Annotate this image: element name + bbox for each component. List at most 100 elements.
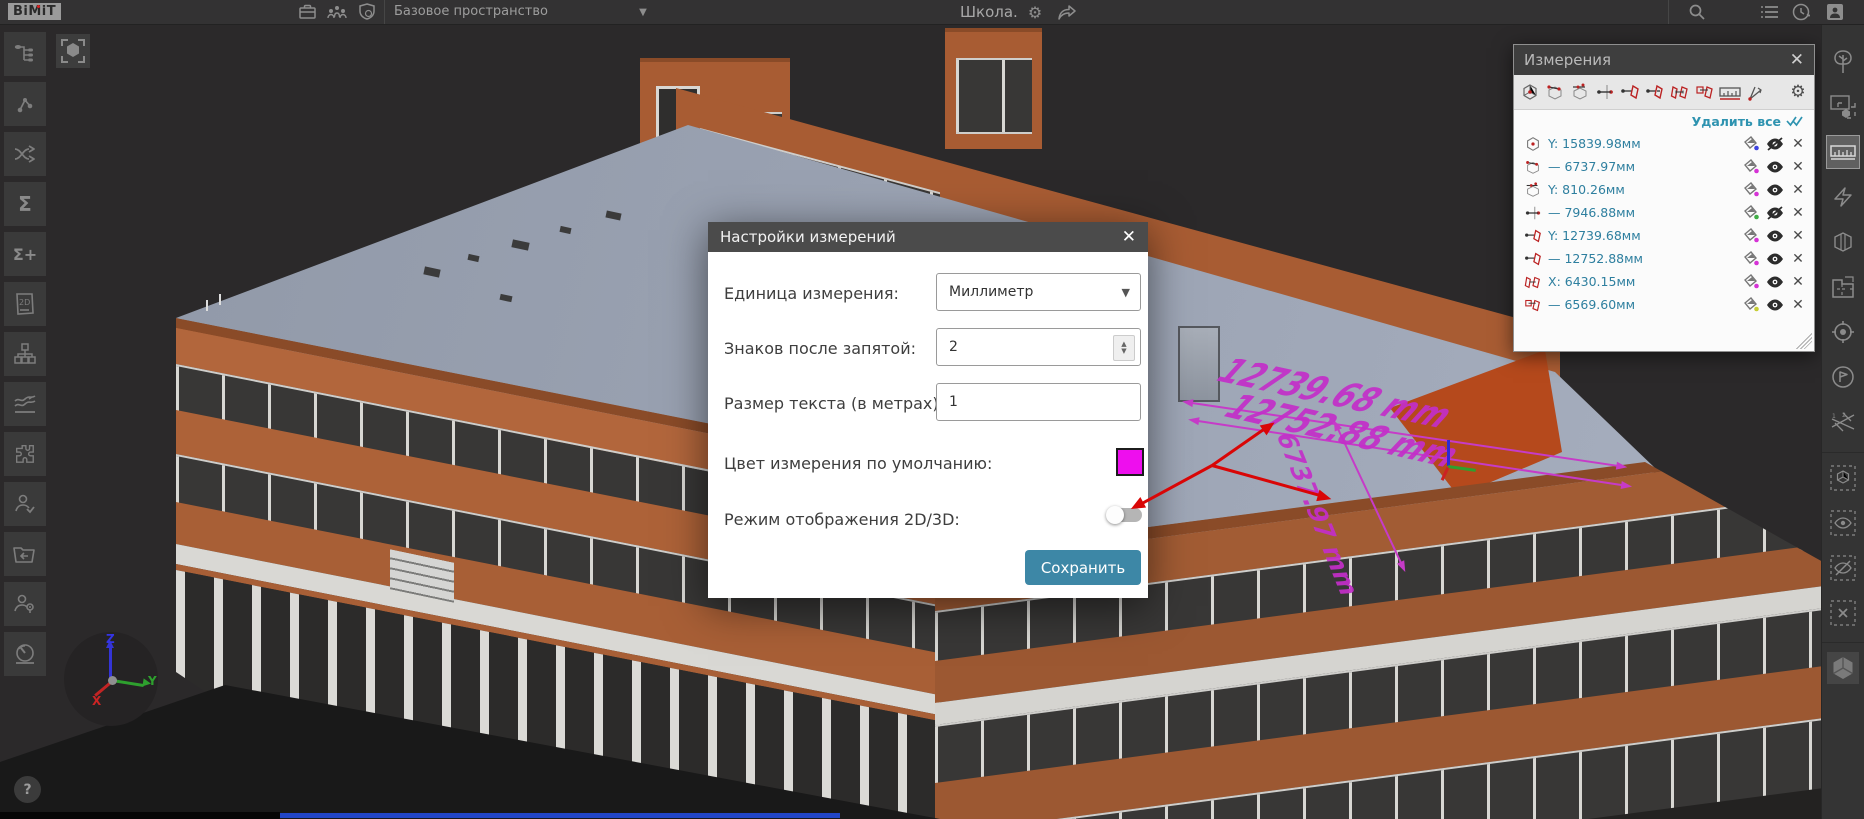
tool-folder-export[interactable] bbox=[4, 532, 46, 576]
tool-selection-box-show[interactable] bbox=[1827, 507, 1859, 539]
measure-point-plane-icon[interactable] bbox=[1618, 79, 1642, 105]
delete-row-icon[interactable]: ✕ bbox=[1790, 205, 1806, 221]
measurement-value[interactable]: X: 6430.15мм bbox=[1548, 274, 1736, 289]
color-fill-icon[interactable] bbox=[1742, 159, 1760, 174]
delete-row-icon[interactable]: ✕ bbox=[1790, 159, 1806, 175]
shield-icon[interactable] bbox=[356, 2, 378, 22]
measure-axis-distance-icon[interactable] bbox=[1593, 79, 1617, 105]
tool-doc-2d[interactable]: 2D bbox=[4, 282, 46, 326]
eye-icon[interactable] bbox=[1766, 184, 1784, 196]
color-fill-icon[interactable] bbox=[1742, 228, 1760, 243]
tool-selection-box-clear[interactable] bbox=[1827, 597, 1859, 629]
color-fill-icon[interactable] bbox=[1742, 205, 1760, 220]
tool-model-tree[interactable] bbox=[4, 32, 46, 76]
tool-org-chart[interactable] bbox=[4, 332, 46, 376]
modal-header[interactable]: Настройки измерений ✕ bbox=[708, 222, 1148, 252]
measurement-value[interactable]: — 6737.97мм bbox=[1548, 159, 1736, 174]
app-logo[interactable]: BiMiT bbox=[8, 3, 61, 20]
delete-row-icon[interactable]: ✕ bbox=[1790, 228, 1806, 244]
color-fill-icon[interactable] bbox=[1742, 251, 1760, 266]
measure-face-icon[interactable] bbox=[1568, 79, 1592, 105]
tool-plugin-puzzle[interactable] bbox=[4, 432, 46, 476]
delete-all-link[interactable]: Удалить все bbox=[1692, 114, 1781, 129]
notifications-icon[interactable] bbox=[1790, 2, 1812, 22]
search-icon[interactable] bbox=[1686, 2, 1708, 22]
menu-list-icon[interactable] bbox=[1758, 2, 1780, 22]
delete-row-icon[interactable]: ✕ bbox=[1790, 182, 1806, 198]
delete-row-icon[interactable]: ✕ bbox=[1790, 297, 1806, 313]
measure-point-plane-normal-icon[interactable] bbox=[1643, 79, 1667, 105]
measure-settings-gear-icon[interactable]: ⚙ bbox=[1786, 79, 1810, 105]
save-button[interactable]: Сохранить bbox=[1025, 550, 1141, 585]
tool-sum-sigma-plus[interactable]: Σ+ bbox=[4, 232, 46, 276]
tool-graph-nodes[interactable] bbox=[4, 82, 46, 126]
eye-icon[interactable] bbox=[1766, 276, 1784, 288]
tool-sum-sigma[interactable]: Σ bbox=[4, 182, 46, 226]
measurements-panel-header[interactable]: Измерения ✕ bbox=[1514, 45, 1814, 75]
eye-off-icon[interactable] bbox=[1766, 206, 1784, 220]
tool-flag-marker[interactable] bbox=[1827, 361, 1859, 393]
delete-row-icon[interactable]: ✕ bbox=[1790, 136, 1806, 152]
eye-icon[interactable] bbox=[1766, 299, 1784, 311]
tool-clash-lightning[interactable] bbox=[1827, 181, 1859, 213]
tool-shuffle-links[interactable] bbox=[4, 132, 46, 176]
account-icon[interactable] bbox=[1824, 2, 1846, 22]
tool-measurements-ruler[interactable] bbox=[1827, 136, 1859, 168]
eye-icon[interactable] bbox=[1766, 230, 1784, 242]
measure-ruler-icon[interactable] bbox=[1718, 79, 1742, 105]
toggle-knob[interactable] bbox=[1106, 506, 1124, 524]
measure-plane-plane-icon[interactable] bbox=[1668, 79, 1692, 105]
number-spinner[interactable]: ▲▼ bbox=[1113, 335, 1135, 361]
tool-selection-box-cube[interactable] bbox=[1827, 462, 1859, 494]
decimals-input[interactable]: 2 ▲▼ bbox=[936, 328, 1141, 366]
tool-selection-screens[interactable] bbox=[1827, 91, 1859, 123]
briefcase-icon[interactable] bbox=[296, 2, 318, 22]
workspace-selector[interactable]: Базовое пространство bbox=[394, 0, 548, 24]
measurement-value[interactable]: Y: 810.26мм bbox=[1548, 182, 1736, 197]
color-fill-icon[interactable] bbox=[1742, 136, 1760, 151]
measurement-value[interactable]: — 6569.60мм bbox=[1548, 297, 1736, 312]
measure-vertex-icon[interactable] bbox=[1518, 79, 1542, 105]
tool-section-cube[interactable] bbox=[1827, 226, 1859, 258]
eye-icon[interactable] bbox=[1766, 253, 1784, 265]
caret-down-icon[interactable]: ▼ bbox=[632, 2, 654, 22]
tool-floor-plan[interactable] bbox=[1827, 271, 1859, 303]
tool-compare-versions[interactable]: 12 bbox=[1827, 406, 1859, 438]
close-icon[interactable]: ✕ bbox=[1122, 227, 1136, 247]
spinner-down-icon[interactable]: ▼ bbox=[1121, 348, 1126, 355]
delete-row-icon[interactable]: ✕ bbox=[1790, 274, 1806, 290]
eye-off-icon[interactable] bbox=[1766, 137, 1784, 151]
measurement-value[interactable]: — 12752.88мм bbox=[1548, 251, 1736, 266]
panel-resize-handle[interactable] bbox=[1796, 333, 1812, 349]
share-icon[interactable] bbox=[1056, 2, 1078, 22]
measure-box-plane-icon[interactable] bbox=[1693, 79, 1717, 105]
tool-selection-box-hide[interactable] bbox=[1827, 552, 1859, 584]
tool-chart-lines[interactable] bbox=[4, 382, 46, 426]
measure-edge-icon[interactable] bbox=[1543, 79, 1567, 105]
default-color-swatch[interactable] bbox=[1116, 448, 1144, 476]
text-size-input[interactable]: 1 bbox=[936, 383, 1141, 421]
tool-solid-cube[interactable] bbox=[1827, 652, 1859, 684]
delete-row-icon[interactable]: ✕ bbox=[1790, 251, 1806, 267]
help-button[interactable]: ? bbox=[14, 776, 41, 803]
gear-icon[interactable]: ⚙ bbox=[1024, 2, 1046, 22]
fit-view-button[interactable] bbox=[56, 34, 90, 68]
navigation-gizmo[interactable]: Z Y X bbox=[64, 632, 158, 726]
color-fill-icon[interactable] bbox=[1742, 274, 1760, 289]
measurement-value[interactable]: — 7946.88мм bbox=[1548, 205, 1736, 220]
double-check-icon[interactable] bbox=[1786, 115, 1804, 127]
measurement-value[interactable]: Y: 15839.98мм bbox=[1548, 136, 1736, 151]
tool-locate-target[interactable] bbox=[1827, 316, 1859, 348]
team-icon[interactable] bbox=[326, 2, 348, 22]
tool-user-check[interactable] bbox=[4, 482, 46, 526]
tool-user-location[interactable] bbox=[4, 582, 46, 626]
eye-icon[interactable] bbox=[1766, 161, 1784, 173]
unit-select[interactable]: Миллиметр ▼ bbox=[936, 273, 1141, 311]
color-fill-icon[interactable] bbox=[1742, 297, 1760, 312]
color-fill-icon[interactable] bbox=[1742, 182, 1760, 197]
close-icon[interactable]: ✕ bbox=[1790, 50, 1804, 70]
tool-gauge[interactable] bbox=[4, 632, 46, 676]
measure-angle-icon[interactable] bbox=[1743, 79, 1767, 105]
measurement-value[interactable]: Y: 12739.68мм bbox=[1548, 228, 1736, 243]
tool-scene-tree[interactable] bbox=[1827, 46, 1859, 78]
